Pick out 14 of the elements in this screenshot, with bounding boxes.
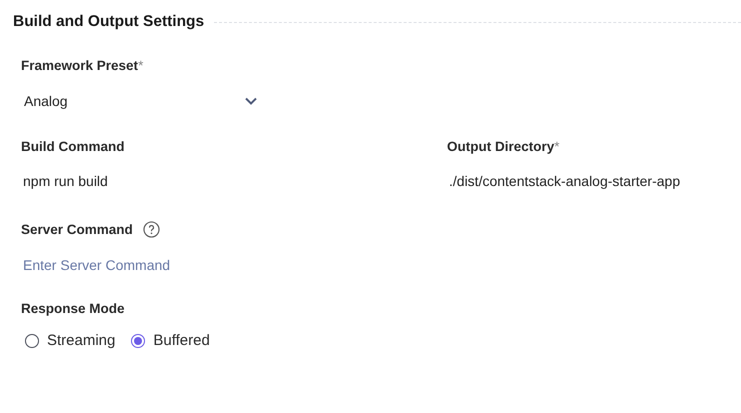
help-icon[interactable] bbox=[142, 221, 160, 238]
input-field[interactable]: npm run build bbox=[21, 169, 323, 193]
radio-option[interactable]: Streaming bbox=[25, 332, 116, 349]
input-field[interactable]: Enter Server Command bbox=[21, 253, 323, 277]
field-label: Framework Preset* bbox=[21, 58, 144, 73]
field-label: Build Command bbox=[21, 139, 124, 154]
framework-select[interactable]: Analog bbox=[21, 89, 257, 113]
input-field[interactable]: ./dist/contentstack-analog-starter-app bbox=[447, 169, 741, 193]
field-label: Output Directory* bbox=[447, 139, 560, 154]
field-label: Response Mode bbox=[21, 301, 125, 316]
section-title: Build and Output Settings bbox=[13, 13, 204, 31]
radio-option[interactable]: Buffered bbox=[131, 332, 210, 349]
field-label: Server Command bbox=[21, 222, 133, 237]
chevron-down-icon bbox=[245, 97, 257, 105]
